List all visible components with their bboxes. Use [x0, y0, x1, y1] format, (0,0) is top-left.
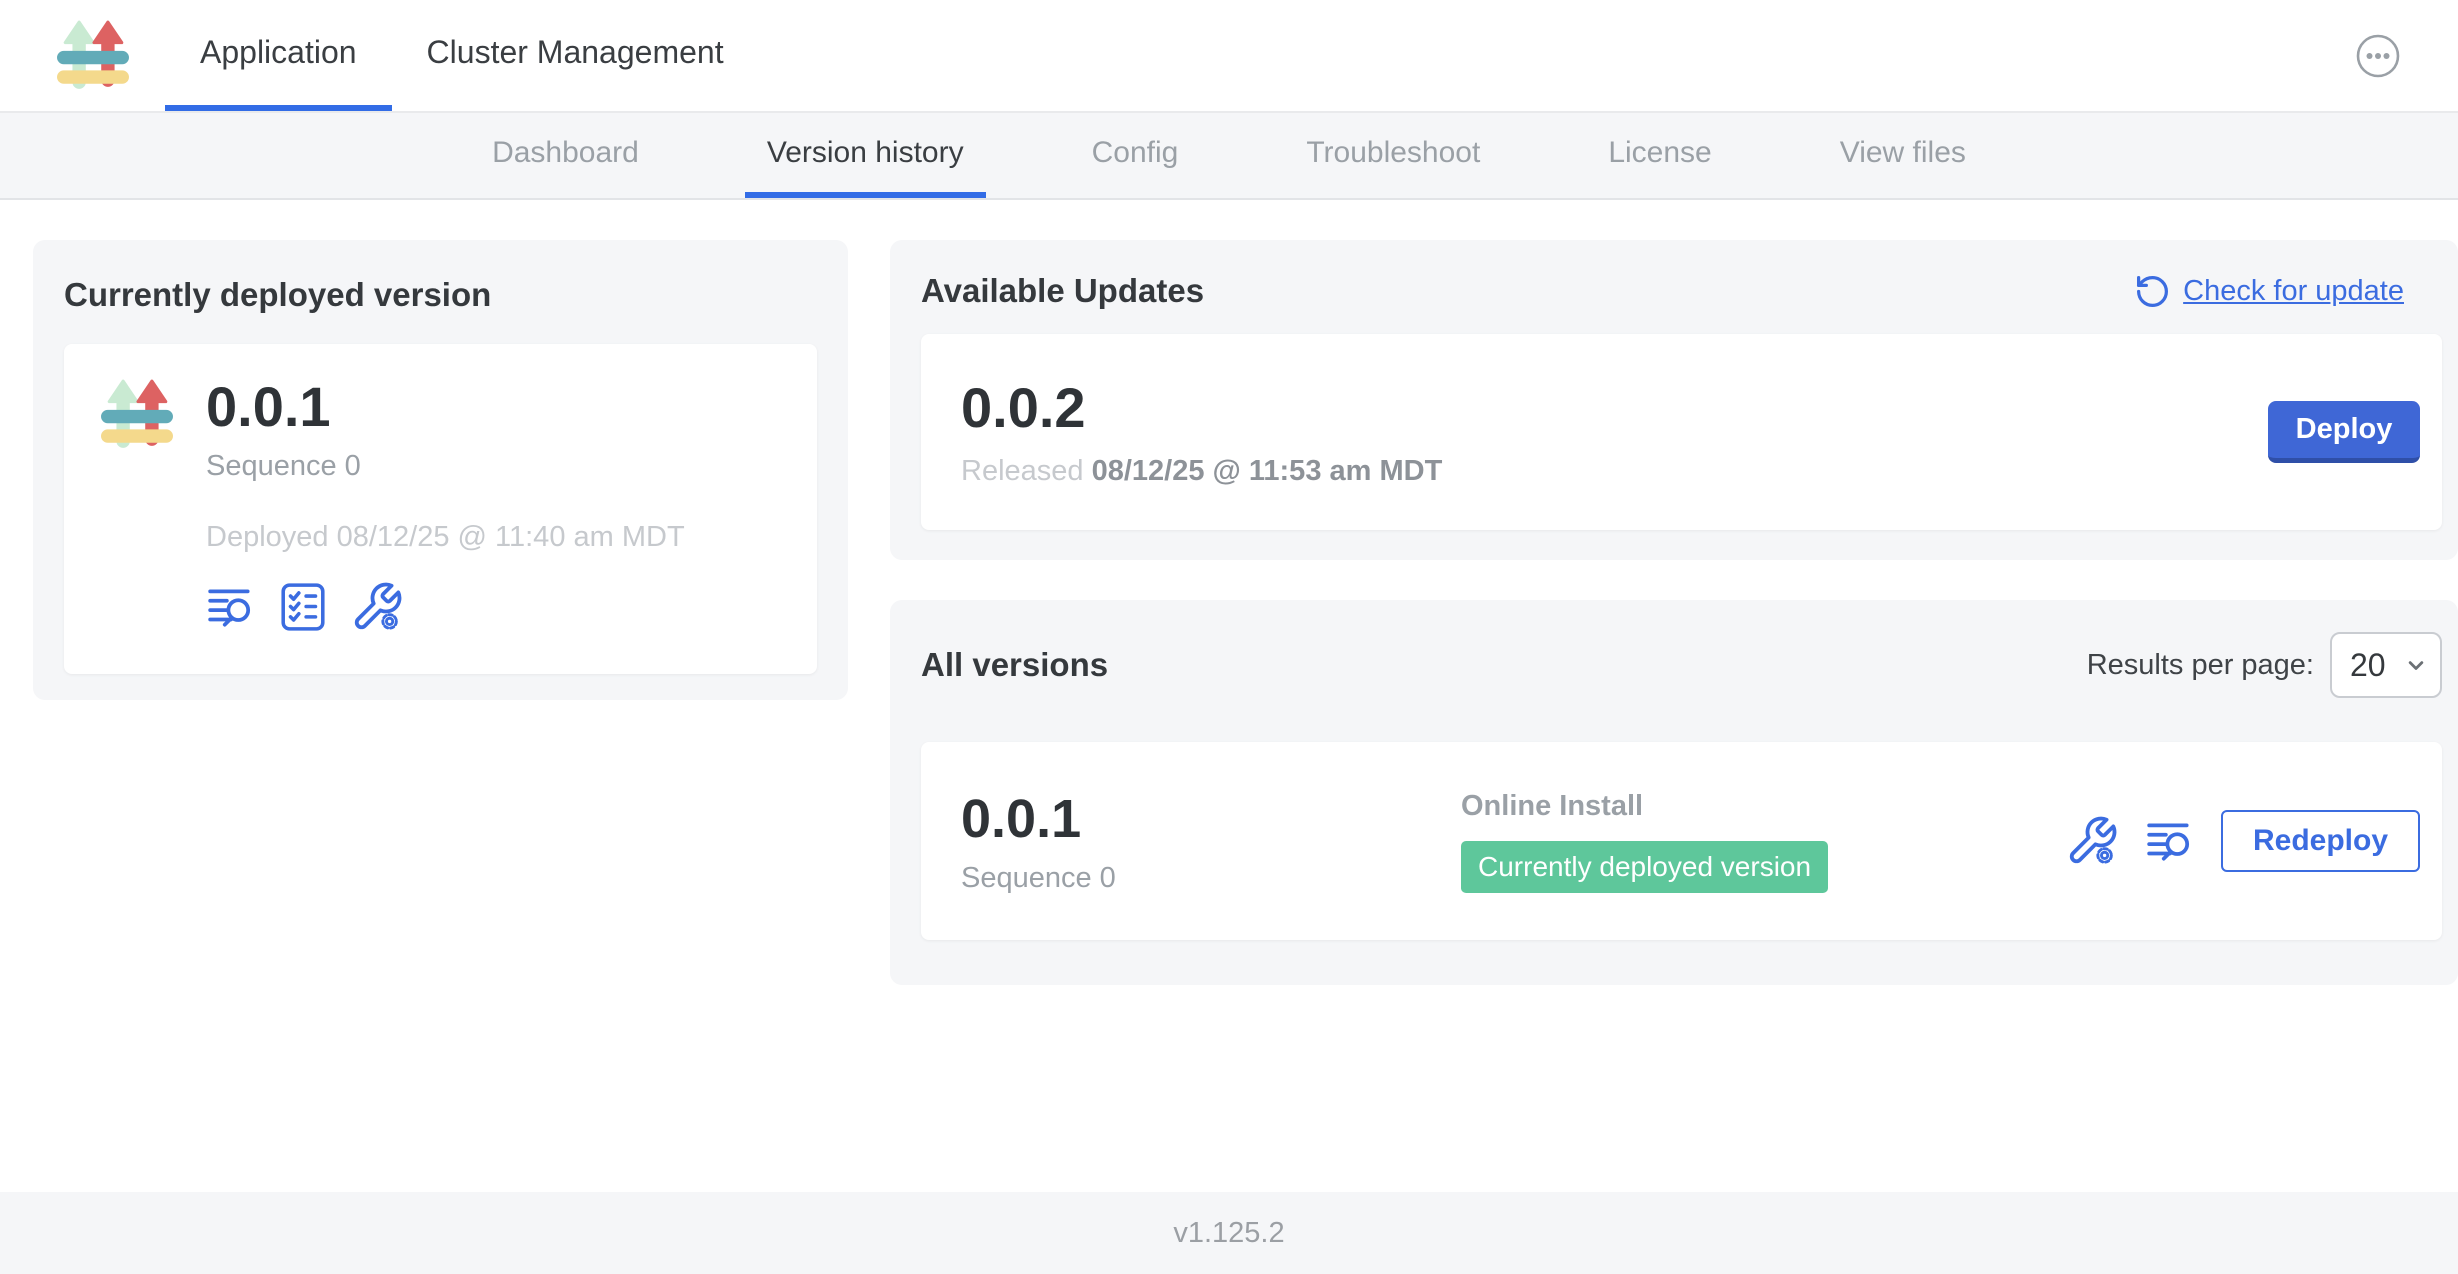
subnav-item-version-history[interactable]: Version history — [745, 113, 986, 198]
tab-application-label: Application — [200, 34, 357, 71]
version-row-number: 0.0.1 — [961, 788, 1461, 850]
wrench-gear-icon — [350, 580, 404, 634]
header-tabs: Application Cluster Management — [165, 0, 759, 111]
subnav-item-dashboard[interactable]: Dashboard — [470, 113, 661, 198]
subnav-dashboard-label: Dashboard — [492, 136, 639, 170]
check-for-update-link[interactable]: Check for update — [2134, 273, 2404, 310]
released-timestamp: 08/12/25 @ 11:53 am MDT — [1092, 455, 1443, 487]
subnav-item-config[interactable]: Config — [1070, 113, 1201, 198]
edit-config-button[interactable] — [350, 580, 404, 634]
release-notes-icon — [206, 582, 256, 632]
available-updates-title: Available Updates — [921, 272, 1204, 310]
deployed-version-info: 0.0.1 Sequence 0 Deployed 08/12/25 @ 11:… — [206, 376, 685, 642]
deployed-timestamp: Deployed 08/12/25 @ 11:40 am MDT — [206, 521, 685, 554]
released-label: Released — [961, 455, 1084, 487]
subnav-version-history-label: Version history — [767, 136, 964, 170]
refresh-icon — [2134, 273, 2171, 310]
app-footer: v1.125.2 — [0, 1192, 2458, 1274]
subnav-troubleshoot-label: Troubleshoot — [1306, 136, 1480, 170]
subnav-item-troubleshoot[interactable]: Troubleshoot — [1284, 113, 1502, 198]
update-info: 0.0.2 Released 08/12/25 @ 11:53 am MDT — [961, 377, 1442, 488]
currently-deployed-panel: Currently deployed version 0.0.1 Sequenc… — [33, 240, 848, 700]
check-for-update-label: Check for update — [2183, 275, 2404, 308]
install-type-label: Online Install — [1461, 790, 2065, 823]
console-version: v1.125.2 — [1173, 1217, 1284, 1250]
version-row-status: Online Install Currently deployed versio… — [1461, 790, 2065, 893]
deploy-button[interactable]: Deploy — [2268, 401, 2420, 463]
chevron-down-icon — [2402, 651, 2430, 679]
currently-deployed-title: Currently deployed version — [64, 276, 817, 314]
available-update-card: 0.0.2 Released 08/12/25 @ 11:53 am MDT D… — [921, 334, 2442, 530]
subnav-license-label: License — [1608, 136, 1711, 170]
admin-console-page: Application Cluster Management Dashboard… — [0, 0, 2458, 1274]
app-logo-icon — [56, 19, 130, 93]
tab-cluster-management[interactable]: Cluster Management — [392, 0, 759, 111]
subnav-view-files-label: View files — [1840, 136, 1966, 170]
tab-application[interactable]: Application — [165, 0, 392, 111]
redeploy-button[interactable]: Redeploy — [2221, 810, 2420, 872]
all-versions-panel: All versions Results per page: 20 0.0. — [890, 600, 2458, 985]
wrench-gear-icon — [2065, 814, 2119, 868]
results-per-page-select[interactable]: 20 — [2330, 632, 2442, 698]
all-versions-title: All versions — [921, 646, 1108, 684]
results-per-page-value: 20 — [2350, 647, 2386, 684]
app-logo-icon — [100, 378, 174, 452]
release-notes-icon — [2145, 816, 2195, 866]
version-row-sequence: Sequence 0 — [961, 862, 1461, 895]
update-version-number: 0.0.2 — [961, 377, 1442, 439]
app-logo — [0, 0, 130, 111]
subnav-item-view-files[interactable]: View files — [1818, 113, 1988, 198]
available-updates-header: Available Updates Check for update — [921, 272, 2442, 310]
subnav-config-label: Config — [1092, 136, 1179, 170]
release-notes-button[interactable] — [2145, 816, 2195, 866]
tab-cluster-management-label: Cluster Management — [427, 34, 724, 71]
right-column: Available Updates Check for update 0.0.2… — [890, 240, 2458, 985]
overflow-menu-button[interactable] — [2354, 0, 2402, 111]
version-row-actions: Redeploy — [2065, 810, 2420, 872]
all-versions-header: All versions Results per page: 20 — [921, 632, 2442, 698]
main-content: Currently deployed version 0.0.1 Sequenc… — [0, 200, 2458, 1192]
ellipsis-circle-icon — [2354, 32, 2402, 80]
subnav-item-license[interactable]: License — [1586, 113, 1733, 198]
deployed-actions — [206, 580, 685, 634]
deployed-version-card: 0.0.1 Sequence 0 Deployed 08/12/25 @ 11:… — [64, 344, 817, 674]
update-released-line: Released 08/12/25 @ 11:53 am MDT — [961, 455, 1442, 488]
available-updates-panel: Available Updates Check for update 0.0.2… — [890, 240, 2458, 560]
version-row: 0.0.1 Sequence 0 Online Install Currentl… — [921, 742, 2442, 940]
release-notes-button[interactable] — [206, 582, 256, 632]
preflight-checks-button[interactable] — [280, 582, 326, 632]
results-per-page: Results per page: 20 — [2087, 632, 2442, 698]
deployed-version-number: 0.0.1 — [206, 376, 685, 438]
app-subnav: Dashboard Version history Config Trouble… — [0, 113, 2458, 200]
version-row-info: 0.0.1 Sequence 0 — [961, 788, 1461, 895]
results-per-page-label: Results per page: — [2087, 649, 2314, 682]
currently-deployed-badge: Currently deployed version — [1461, 841, 1828, 893]
app-header: Application Cluster Management — [0, 0, 2458, 113]
edit-config-button[interactable] — [2065, 814, 2119, 868]
deployed-sequence: Sequence 0 — [206, 450, 685, 483]
checklist-icon — [280, 582, 326, 632]
